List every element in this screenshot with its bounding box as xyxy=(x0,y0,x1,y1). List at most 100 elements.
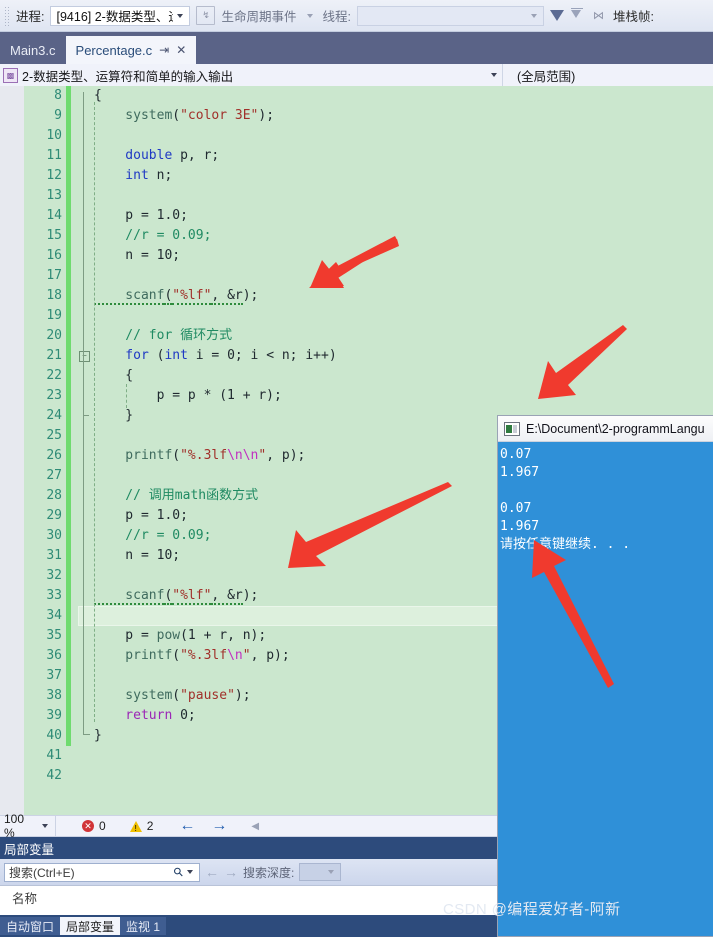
code-token: ); xyxy=(234,688,251,703)
pin-icon[interactable]: ⇥ xyxy=(159,43,169,57)
drag-grip-icon[interactable] xyxy=(4,5,10,26)
column-header-name[interactable]: 名称 xyxy=(0,886,497,908)
code-token: ); xyxy=(258,108,275,123)
line-number: 41 xyxy=(46,748,62,763)
bottom-tab-autos[interactable]: 自动窗口 xyxy=(0,917,61,935)
code-line[interactable]: n = 10; xyxy=(94,546,180,566)
overflow-grip-icon[interactable]: ◀ xyxy=(251,821,259,832)
lifecycle-events-icon[interactable]: ↯ xyxy=(196,6,216,25)
lifecycle-chevron-down-icon[interactable] xyxy=(306,13,313,18)
locals-grid[interactable]: 名称 xyxy=(0,885,497,915)
warning-count-group[interactable]: 2 xyxy=(129,819,154,833)
line-number: 24 xyxy=(46,408,62,423)
code-token: n; xyxy=(148,168,173,183)
console-titlebar[interactable]: E:\Document\2-programmLangu xyxy=(498,416,713,442)
tab-percentage-c[interactable]: Percentage.c ⇥ ✕ xyxy=(65,36,197,64)
thread-combobox[interactable] xyxy=(356,5,544,26)
code-token: ( xyxy=(172,108,181,123)
bottom-tab-watch1[interactable]: 监视 1 xyxy=(120,917,167,935)
editor-gutter xyxy=(0,86,24,815)
line-number: 10 xyxy=(46,128,62,143)
line-number: 27 xyxy=(46,468,62,483)
code-line[interactable]: system("pause"); xyxy=(94,686,251,706)
line-number: 19 xyxy=(46,308,62,323)
code-token: printf xyxy=(94,648,173,663)
code-line[interactable]: p = pow(1 + r, n); xyxy=(94,626,266,646)
code-token: (1 + r, n); xyxy=(180,628,267,643)
code-line[interactable]: p = 1.0; xyxy=(94,206,188,226)
code-line[interactable]: int n; xyxy=(94,166,172,186)
code-token: for xyxy=(94,348,149,363)
scope-combobox[interactable]: ▩ 2-数据类型、运算符和简单的输入输出 xyxy=(0,64,503,86)
fold-toggle-icon[interactable]: − xyxy=(79,351,90,362)
locals-search-bar: 搜索(Ctrl+E) ⚲ ← → 搜索深度: xyxy=(0,859,497,885)
code-line[interactable]: p = p * (1 + r); xyxy=(94,386,282,406)
bottom-tab-locals[interactable]: 局部变量 xyxy=(60,917,121,935)
search-input[interactable]: 搜索(Ctrl+E) ⚲ xyxy=(4,862,200,882)
code-line[interactable]: for (int i = 0; i < n; i++) xyxy=(94,346,336,366)
zoom-chevron-down-icon xyxy=(42,824,48,828)
code-line[interactable]: scanf("%lf", &r); xyxy=(94,286,258,306)
close-icon[interactable]: ✕ xyxy=(176,43,186,57)
search-depth-combobox[interactable] xyxy=(299,863,342,881)
bottom-tab-label: 监视 1 xyxy=(126,919,161,934)
search-options-chevron-down-icon[interactable] xyxy=(187,870,193,874)
navigate-forward-icon[interactable]: → xyxy=(211,817,227,835)
zoom-combobox[interactable]: 100 % xyxy=(0,812,56,840)
code-line[interactable]: } xyxy=(94,726,102,746)
code-token: "pause" xyxy=(180,688,235,703)
code-token: "color 3E" xyxy=(180,108,259,123)
code-token: int xyxy=(164,348,188,363)
console-icon xyxy=(504,421,520,436)
code-line[interactable]: p = 1.0; xyxy=(94,506,188,526)
line-number: 20 xyxy=(46,328,62,343)
code-line[interactable]: { xyxy=(94,86,102,106)
code-line[interactable]: //r = 0.09; xyxy=(94,526,211,546)
search-placeholder: 搜索(Ctrl+E) xyxy=(9,865,75,880)
code-token: "%.3lf xyxy=(180,448,228,463)
locals-title-label: 局部变量 xyxy=(4,842,55,857)
code-line[interactable]: system("color 3E"); xyxy=(94,106,274,126)
function-body-guide-end xyxy=(83,734,90,735)
warning-count: 2 xyxy=(146,819,154,833)
code-token: //r = 0.09; xyxy=(94,228,212,243)
code-token: , p); xyxy=(266,448,306,463)
search-prev-icon[interactable]: ← xyxy=(205,864,219,880)
code-token: 0; xyxy=(172,708,196,723)
error-count-group[interactable]: ✕ 0 xyxy=(82,819,106,833)
console-window[interactable]: E:\Document\2-programmLangu 0.07 1.967 0… xyxy=(497,415,713,937)
code-line[interactable]: // for 循环方式 xyxy=(94,326,232,346)
member-combobox[interactable]: (全局范围) xyxy=(503,66,713,85)
line-number: 30 xyxy=(46,528,62,543)
code-line[interactable]: // 调用math函数方式 xyxy=(94,486,258,506)
code-token: p = xyxy=(94,628,157,643)
tab-main3-c[interactable]: Main3.c xyxy=(0,36,66,64)
code-line[interactable]: double p, r; xyxy=(94,146,219,166)
funnel-clear-icon[interactable] xyxy=(570,7,584,24)
debug-toolbar: 进程: [9416] 2-数据类型、运算符和简单 ↯ 生命周期事件 线程: ⋈ … xyxy=(0,0,713,32)
code-token: p = 1.0; xyxy=(94,508,188,523)
code-line[interactable]: //r = 0.09; xyxy=(94,226,211,246)
code-line[interactable]: printf("%.3lf\n\n", p); xyxy=(94,446,305,466)
warning-icon xyxy=(129,820,142,833)
process-label: 进程: xyxy=(16,10,45,24)
navigate-back-icon[interactable]: ← xyxy=(179,817,195,835)
code-line[interactable]: return 0; xyxy=(94,706,196,726)
code-token: ( xyxy=(148,348,165,363)
code-line[interactable]: } xyxy=(94,406,133,426)
code-line[interactable]: { xyxy=(94,366,133,386)
code-token: printf xyxy=(94,448,173,463)
code-line[interactable]: printf("%.3lf\n", p); xyxy=(94,646,289,666)
funnel-icon[interactable] xyxy=(549,10,564,21)
watermark: CSDN @编程爱好者-阿新 xyxy=(443,901,621,918)
depth-chevron-down-icon xyxy=(328,870,335,874)
code-token: { xyxy=(94,368,134,383)
search-next-icon[interactable]: → xyxy=(224,864,238,880)
code-line[interactable]: n = 10; xyxy=(94,246,180,266)
no-filter-icon[interactable]: ⋈ xyxy=(590,7,607,24)
code-token: int xyxy=(94,168,149,183)
lifecycle-events-label: 生命周期事件 xyxy=(221,10,297,24)
code-line[interactable]: scanf("%lf", &r); xyxy=(94,586,258,606)
line-number: 8 xyxy=(54,88,62,103)
process-combobox[interactable]: [9416] 2-数据类型、运算符和简单 xyxy=(50,5,191,26)
